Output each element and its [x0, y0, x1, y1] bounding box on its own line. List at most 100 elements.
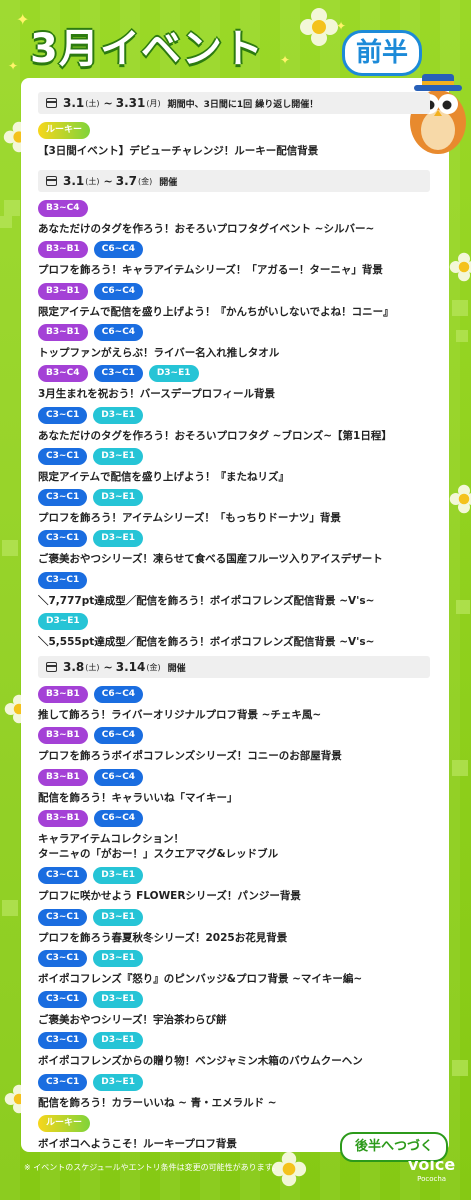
event-item: B3~C4 C3~C1 D3~E1 3月生まれを祝おう！バースデープロフィール背景 [38, 365, 438, 402]
disclaimer-note: ※ イベントのスケジュールやエントリ条件は変更の可能性があります。 [24, 1163, 280, 1172]
event-item: C3~C1 D3~E1 プロフを飾ろう春夏秋冬シリーズ！2025お花見背景 [38, 908, 438, 946]
end-weekday: (金) [138, 176, 153, 186]
rank-tags: B3~B1 C6~C4 [38, 768, 438, 787]
rank-tag: D3~E1 [93, 908, 143, 926]
decor-square [2, 540, 18, 556]
rank-tags: ルーキー [38, 1115, 438, 1133]
rank-tag: B3~B1 [38, 323, 88, 341]
rank-tag: C3~C1 [38, 489, 88, 507]
rank-tags: ルーキー [38, 122, 438, 140]
event-name: ＼5,555pt達成型／配信を飾ろう！ボイポコフレンズ配信背景 ~V's~ [38, 636, 375, 648]
decor-square [452, 760, 468, 776]
event-item: B3~B1 C6~C4 プロフを飾ろう！キャラアイテムシリーズ！「アガるー！ターニャ… [38, 241, 438, 278]
rank-tag: C3~C1 [38, 530, 88, 548]
end-weekday: (金) [146, 662, 161, 672]
rank-tags: C3~C1 D3~E1 [38, 447, 438, 466]
rank-tag: D3~E1 [38, 613, 88, 630]
end-date: 3.14 [115, 660, 146, 674]
rank-tags: C3~C1 D3~E1 [38, 1073, 438, 1092]
rank-tag: C6~C4 [93, 323, 144, 341]
decor-square [452, 1060, 468, 1076]
rank-tag: B3~B1 [38, 727, 88, 745]
date-separator: ~ [103, 660, 113, 674]
decor-square [2, 900, 18, 916]
event-name: 限定アイテムで配信を盛り上げよう！『かんちがいしないでよね！コニー』 [38, 305, 394, 318]
rank-tag: D3~E1 [93, 991, 143, 1009]
end-date: 3.7 [115, 174, 137, 188]
section-note: 開催 [167, 663, 186, 674]
section-date-header: 3.8 (土) ~3.14 (金) 開催 [38, 656, 430, 678]
rank-tag: C3~C1 [38, 867, 88, 885]
rank-tag: C6~C4 [93, 768, 144, 786]
rank-tags: B3~B1 C6~C4 [38, 282, 438, 301]
rank-tag: D3~E1 [93, 867, 143, 885]
rank-tag: C3~C1 [38, 571, 88, 589]
rank-tag: C3~C1 [38, 949, 88, 967]
event-name: プロフを飾ろう！アイテムシリーズ！「もっちりドーナツ」背景 [38, 512, 341, 525]
calendar-icon [46, 176, 57, 186]
rank-tag: C3~C1 [38, 1032, 88, 1050]
rank-tag: C6~C4 [93, 282, 144, 300]
section-date-header: 3.1 (土) ~3.31 (月) 期間中、3日間に1回 繰り返し開催！ [38, 92, 430, 114]
rank-tags: B3~B1 C6~C4 [38, 727, 438, 745]
start-weekday: (土) [85, 176, 100, 186]
start-weekday: (土) [85, 662, 100, 672]
rank-tags: C3~C1 [38, 571, 438, 590]
calendar-icon [46, 662, 57, 672]
sparkle-icon: ✦ [8, 59, 19, 73]
event-item: C3~C1 D3~E1 プロフに咲かせよう FLOWERシリーズ！パンジー背景 [38, 867, 438, 904]
rank-tag: C3~C1 [38, 908, 88, 926]
event-name: 配信を飾ろう！カラーいいね ~ 青・エメラルド ~ [38, 1096, 277, 1109]
start-date: 3.1 [63, 96, 85, 110]
event-item: C3~C1 ＼7,777pt達成型／配信を飾ろう！ボイポコフレンズ配信背景 ~V'… [38, 571, 438, 609]
rank-tags: B3~C4 C3~C1 D3~E1 [38, 365, 438, 383]
event-item: C3~C1 D3~E1 あなただけのタグを作ろう！おそろいプロフタグ ~ブロンズ~【… [38, 406, 438, 444]
rank-tag: B3~B1 [38, 686, 88, 703]
flower-icon [300, 8, 338, 46]
sparkle-icon: ✦ [336, 19, 347, 33]
event-item: C3~C1 D3~E1 ボイポコフレンズからの贈り物！ベンジャミン木箱のバウムクーヘ… [38, 1032, 438, 1069]
event-item: C3~C1 D3~E1 ボイポコフレンズ『怒り』のピンバッジ&プロフ背景 ~マイキー… [38, 949, 438, 987]
rank-tags: C3~C1 D3~E1 [38, 530, 438, 548]
rank-tag: B3~C4 [38, 200, 88, 217]
brand-logo-sub: Pococha [417, 1175, 447, 1183]
rank-tag: C3~C1 [38, 1073, 88, 1091]
start-date: 3.8 [63, 660, 85, 674]
event-name: ご褒美おやつシリーズ！宇治茶わらび餅 [38, 1014, 227, 1027]
date-separator: ~ [103, 96, 113, 110]
rank-tag: D3~E1 [93, 530, 143, 548]
decor-square [456, 600, 470, 614]
rank-tags: B3~C4 [38, 200, 438, 218]
event-item: C3~C1 D3~E1 限定アイテムで配信を盛り上げよう！『またねリズ』 [38, 447, 438, 485]
event-item: C3~C1 D3~E1 ご褒美おやつシリーズ！凍らせて食べる国産フルーツ入りアイスデ… [38, 530, 438, 567]
event-item: B3~B1 C6~C4 キャラアイテムコレクション！ ターニャの「がおー！」スクエアマ… [38, 809, 438, 862]
start-date: 3.1 [63, 174, 85, 188]
event-name: ＼7,777pt達成型／配信を飾ろう！ボイポコフレンズ配信背景 ~V's~ [38, 594, 375, 607]
event-name: プロフを飾ろうボイポコフレンズシリーズ！コニーのお部屋背景 [38, 750, 342, 763]
rank-tags: D3~E1 [38, 613, 438, 631]
end-weekday: (月) [146, 98, 161, 108]
sparkle-icon: ✦ [280, 53, 291, 67]
flower-icon [449, 484, 471, 514]
event-name: 【3日間イベント】デビューチャレンジ！ルーキー配信背景 [38, 145, 319, 157]
rank-tag: C6~C4 [93, 686, 144, 703]
event-name: 限定アイテムで配信を盛り上げよう！『またねリズ』 [38, 470, 289, 483]
rank-tag: D3~E1 [93, 489, 143, 507]
event-name: プロフを飾ろう！キャラアイテムシリーズ！「アガるー！ターニャ」背景 [38, 264, 383, 277]
decor-square [456, 330, 468, 342]
event-item: ルーキー【3日間イベント】デビューチャレンジ！ルーキー配信背景 [38, 122, 438, 159]
end-date: 3.31 [115, 96, 146, 110]
event-name: 配信を飾ろう！キャラいいね「マイキー」 [38, 791, 238, 804]
rank-tag: D3~E1 [93, 406, 143, 424]
rank-tags: C3~C1 D3~E1 [38, 489, 438, 507]
event-item: B3~B1 C6~C4 トップファンがえらぶ！ライバー名入れ推しタオル [38, 323, 438, 361]
rank-tags: B3~B1 C6~C4 [38, 809, 438, 828]
rank-tag: C3~C1 [93, 365, 143, 383]
event-name: プロフを飾ろう春夏秋冬シリーズ！2025お花見背景 [38, 931, 288, 944]
event-name: あなただけのタグを作ろう！おそろいプロフタグ ~ブロンズ~【第1日程】 [38, 429, 392, 442]
rank-tag: D3~E1 [93, 447, 143, 465]
rank-tags: C3~C1 D3~E1 [38, 949, 438, 968]
event-name: トップファンがえらぶ！ライバー名入れ推しタオル [38, 346, 280, 359]
event-item: C3~C1 D3~E1 ご褒美おやつシリーズ！宇治茶わらび餅 [38, 991, 438, 1028]
rank-tag: D3~E1 [93, 1073, 143, 1091]
